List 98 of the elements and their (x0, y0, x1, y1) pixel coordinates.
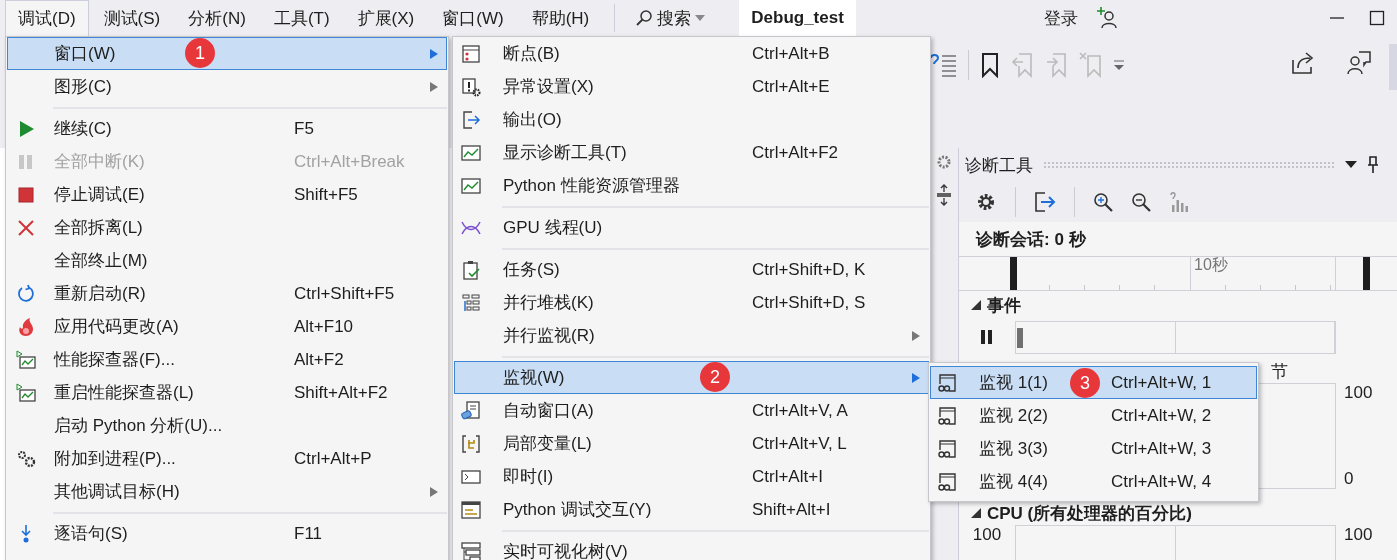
menu-item[interactable]: 监视 2(2) Ctrl+Alt+W, 2 (930, 399, 1257, 432)
menu-item[interactable]: 任务(S) Ctrl+Shift+D, K (454, 253, 929, 286)
menu-item[interactable]: 并行监视(R) (454, 319, 929, 352)
menu-item[interactable]: Python 调试交互(Y) Shift+Alt+I (454, 493, 929, 526)
axis-label: 100 (1344, 383, 1373, 403)
search-icon (635, 9, 654, 27)
menu-item[interactable]: 监视 1(1) 3 Ctrl+Alt+W, 1 (930, 366, 1257, 399)
menu-item[interactable]: 监视 4(4) Ctrl+Alt+W, 4 (930, 465, 1257, 498)
watch-icon (937, 372, 957, 393)
menu-item[interactable]: 监视(W) 2 (454, 361, 929, 394)
solution-name: Debug_test (739, 0, 856, 36)
chart-icon (461, 142, 481, 163)
legend-text: 节 (1271, 360, 1288, 383)
gears-icon (16, 448, 36, 469)
overflow-icon[interactable] (1113, 58, 1125, 72)
menu-item[interactable]: 全部拆离(L) (7, 211, 447, 244)
menu-item[interactable]: 全部终止(M) (7, 244, 447, 277)
expander-icon[interactable] (971, 508, 981, 518)
split-icon[interactable] (936, 184, 952, 206)
menu-item[interactable]: 启动 Python 分析(U)... (7, 409, 447, 442)
axis-label: 100 (972, 525, 1002, 545)
section-title: 事件 (987, 294, 1021, 317)
format-icon[interactable] (928, 52, 958, 78)
watch-icon (937, 471, 957, 492)
menu-item[interactable]: 监视 3(3) Ctrl+Alt+W, 3 (930, 432, 1257, 465)
share-icon[interactable] (1290, 50, 1316, 76)
axis-label: 100 (1344, 525, 1373, 545)
menu-item[interactable]: 其他调试目标(H) (7, 475, 447, 508)
flame-icon (16, 316, 36, 337)
axis-label: 0 (1344, 469, 1355, 489)
step-badge: 3 (1070, 368, 1100, 398)
maximize-icon[interactable] (1369, 10, 1385, 26)
stacks-icon (461, 292, 481, 313)
menu-item[interactable]: 局部变量(L) Ctrl+Alt+V, L (454, 427, 929, 460)
menu-bar-item[interactable]: 帮助(H) (518, 0, 603, 36)
menu-bar-item[interactable]: 调试(D) (5, 0, 89, 36)
exception-icon (461, 76, 481, 97)
timeline-marker[interactable] (1010, 257, 1017, 290)
menu-item[interactable]: 附加到进程(P)... Ctrl+Alt+P (7, 442, 447, 475)
menu-item[interactable]: 显示诊断工具(T) Ctrl+Alt+F2 (454, 136, 929, 169)
zoom-out-icon[interactable] (1131, 192, 1151, 212)
pause-icon[interactable] (980, 329, 994, 345)
session-duration: 诊断会话: 0 秒 (974, 228, 1087, 251)
restart-icon (16, 283, 36, 304)
section-title: CPU (所有处理器的百分比) (987, 502, 1192, 525)
zoom-in-icon[interactable] (1093, 192, 1113, 212)
bookmark-icon[interactable] (979, 52, 1001, 78)
expander-icon[interactable] (971, 300, 981, 310)
panel-title: 诊断工具 (965, 154, 1033, 177)
menu-item[interactable]: GPU 线程(U) (454, 211, 929, 244)
settings-icon[interactable] (975, 191, 997, 213)
menu-item[interactable]: 重启性能探查器(L) Shift+Alt+F2 (7, 376, 447, 409)
auto-window-icon (461, 400, 481, 421)
search-box[interactable]: 搜索 (629, 0, 712, 36)
menu-bar-item[interactable]: 分析(N) (175, 0, 259, 36)
menu-bar-item[interactable]: 测试(S) (90, 0, 174, 36)
timeline-marker[interactable] (1363, 257, 1370, 290)
menu-bar-item[interactable]: 窗口(W) (429, 0, 517, 36)
menu-item[interactable]: 即时(I) Ctrl+Alt+I (454, 460, 929, 493)
step-badge: 1 (185, 38, 215, 68)
dropdown-icon[interactable] (1345, 161, 1357, 169)
chart-icon (16, 382, 36, 403)
step-badge: 2 (700, 362, 730, 392)
menu-item[interactable]: 停止调试(E) Shift+F5 (7, 178, 447, 211)
menu-item[interactable]: 断点(B) Ctrl+Alt+B (454, 37, 929, 70)
menu-item[interactable]: 异常设置(X) Ctrl+Alt+E (454, 70, 929, 103)
watch-icon (937, 438, 957, 459)
menu-item[interactable]: 实时可视化树(V) (454, 535, 929, 560)
menu-item[interactable]: 重新启动(R) Ctrl+Shift+F5 (7, 277, 447, 310)
caret-icon (695, 15, 706, 21)
output-icon (461, 109, 481, 130)
chart-icon (16, 349, 36, 370)
menu-item[interactable]: 应用代码更改(A) Alt+F10 (7, 310, 447, 343)
sign-in-link[interactable]: 登录 (1044, 0, 1079, 36)
menu-bar-item[interactable]: 扩展(X) (344, 0, 428, 36)
breakpoints-icon (461, 43, 481, 64)
menu-item[interactable]: 输出(O) (454, 103, 929, 136)
cross-icon (16, 217, 36, 238)
pin-icon[interactable] (1367, 156, 1379, 174)
clipboard-check-icon (461, 259, 481, 280)
stop-icon (16, 184, 36, 205)
menu-item[interactable]: 自动窗口(A) Ctrl+Alt+V, A (454, 394, 929, 427)
menu-item[interactable]: 图形(C) (7, 70, 447, 103)
feedback-icon[interactable] (1346, 50, 1372, 76)
menu-item[interactable]: 窗口(W) 1 (7, 37, 447, 70)
export-icon[interactable] (1034, 191, 1056, 213)
drag-grip[interactable] (1043, 161, 1335, 169)
watch-icon (937, 405, 957, 426)
chart-icon (461, 175, 481, 196)
menu-item[interactable]: 性能探查器(F)... Alt+F2 (7, 343, 447, 376)
menu-bar-item[interactable]: 工具(T) (260, 0, 343, 36)
locals-icon (461, 433, 481, 454)
menu-item[interactable]: 并行堆栈(K) Ctrl+Shift+D, S (454, 286, 929, 319)
menu-item[interactable]: Python 性能资源管理器 (454, 169, 929, 202)
menu-item[interactable]: 逐语句(S) F11 (7, 517, 447, 550)
console-window-icon (461, 499, 481, 520)
timeline-label: 10秒 (1194, 255, 1228, 275)
menu-item[interactable]: 继续(C) F5 (7, 112, 447, 145)
